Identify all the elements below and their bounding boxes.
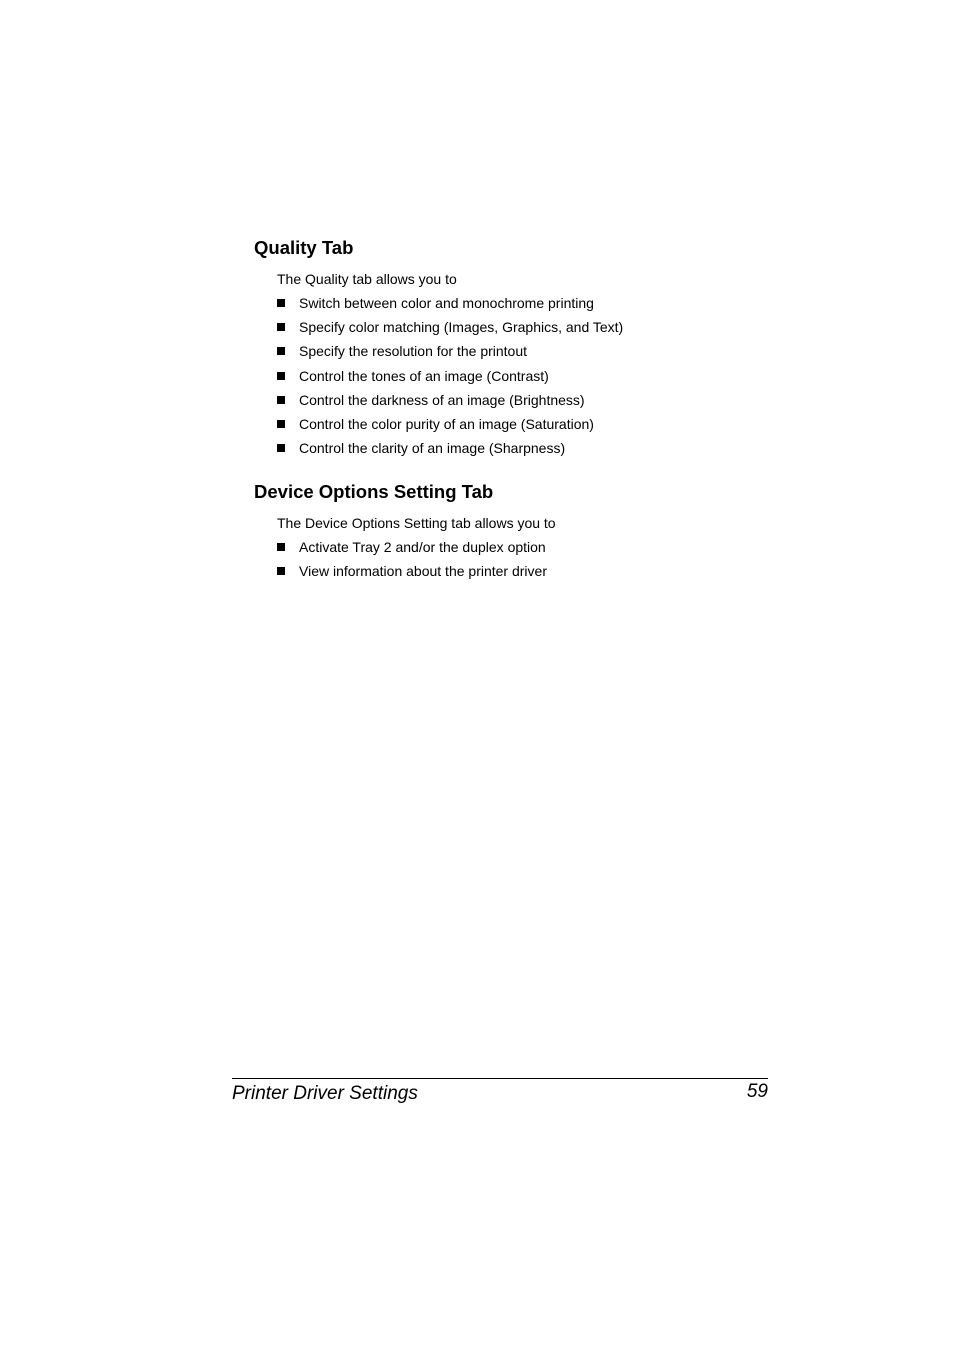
square-bullet-icon <box>277 567 285 576</box>
device-options-list: Activate Tray 2 and/or the duplex option… <box>277 540 547 588</box>
footer-title: Printer Driver Settings <box>232 1083 418 1104</box>
device-options-heading: Device Options Setting Tab <box>254 481 494 502</box>
square-bullet-icon <box>277 347 285 356</box>
square-bullet-icon <box>277 299 285 307</box>
quality-tab-heading: Quality Tab <box>254 237 354 258</box>
square-bullet-icon <box>277 444 285 453</box>
quality-tab-intro: The Quality tab allows you to <box>277 271 457 287</box>
list-item: Control the color purity of an image (Sa… <box>277 417 623 441</box>
list-item: Specify color matching (Images, Graphics… <box>277 320 623 344</box>
quality-tab-list: Switch between color and monochrome prin… <box>277 296 623 465</box>
list-item: Specify the resolution for the printout <box>277 344 623 368</box>
footer-divider <box>232 1078 768 1079</box>
list-item: Control the clarity of an image (Sharpne… <box>277 441 623 465</box>
device-options-intro: The Device Options Setting tab allows yo… <box>277 515 556 531</box>
page-number: 59 <box>746 1081 768 1102</box>
square-bullet-icon <box>277 419 285 428</box>
square-bullet-icon <box>277 543 285 551</box>
square-bullet-icon <box>277 395 285 404</box>
list-item: Control the tones of an image (Contrast) <box>277 369 623 393</box>
square-bullet-icon <box>277 371 285 380</box>
list-item: Control the darkness of an image (Bright… <box>277 393 623 417</box>
list-item: Switch between color and monochrome prin… <box>277 296 623 320</box>
list-item: View information about the printer drive… <box>277 564 547 588</box>
list-item: Activate Tray 2 and/or the duplex option <box>277 540 547 564</box>
square-bullet-icon <box>277 323 285 332</box>
